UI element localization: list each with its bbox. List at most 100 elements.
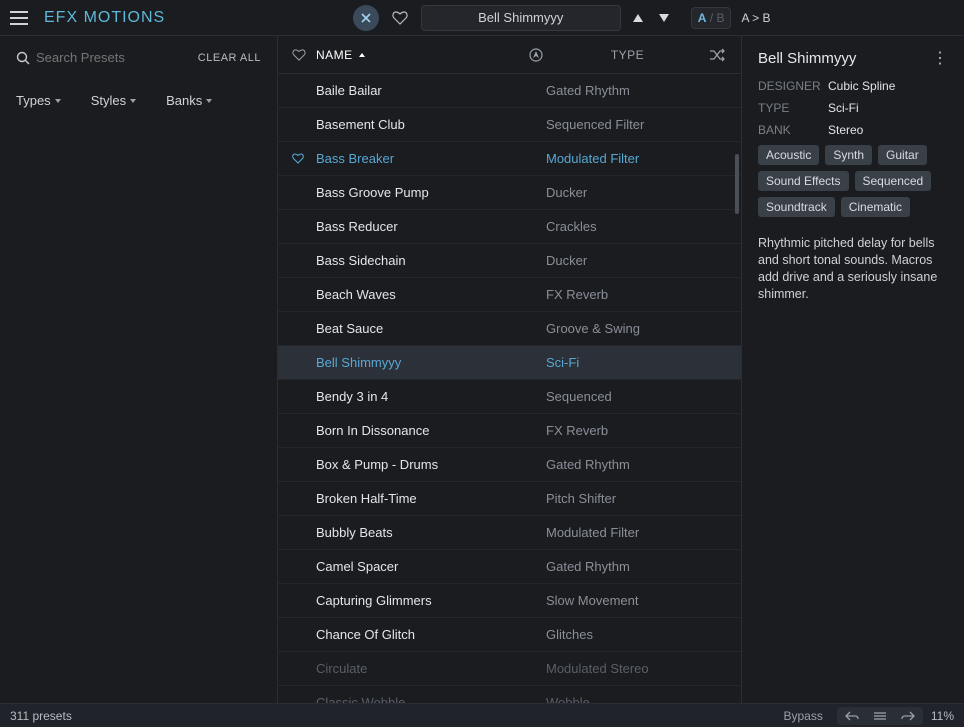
sort-asc-icon — [359, 53, 365, 57]
column-favorite[interactable] — [292, 49, 306, 61]
row-type: Groove & Swing — [546, 321, 727, 336]
history-button[interactable] — [867, 709, 893, 723]
row-name: Chance Of Glitch — [316, 627, 536, 642]
row-name: Born In Dissonance — [316, 423, 536, 438]
tag[interactable]: Cinematic — [841, 197, 910, 217]
row-type: Glitches — [546, 627, 727, 642]
row-type: FX Reverb — [546, 287, 727, 302]
tag-list: Acoustic Synth Guitar Sound Effects Sequence… — [758, 145, 948, 217]
meta-designer-label: DESIGNER — [758, 79, 828, 93]
preset-row[interactable]: Capturing GlimmersSlow Movement — [278, 584, 741, 618]
preset-row[interactable]: Bass ReducerCrackles — [278, 210, 741, 244]
preset-row[interactable]: Baile Bailar Gated Rhythm — [278, 74, 741, 108]
tag[interactable]: Synth — [825, 145, 872, 165]
bypass-button[interactable]: Bypass — [778, 709, 829, 723]
row-name: Camel Spacer — [316, 559, 536, 574]
meta-type-value: Sci-Fi — [828, 101, 859, 115]
preset-row[interactable]: Box & Pump - Drums Gated Rhythm — [278, 448, 741, 482]
preset-row[interactable]: Bendy 3 in 4 Sequenced — [278, 380, 741, 414]
row-name: Bendy 3 in 4 — [316, 389, 536, 404]
preset-row[interactable]: Bass Breaker Modulated Filter — [278, 142, 741, 176]
row-type: FX Reverb — [546, 423, 727, 438]
row-name: Capturing Glimmers — [316, 593, 536, 608]
row-type: Sequenced — [546, 389, 727, 404]
ab-copy-button[interactable]: A > B — [737, 8, 774, 28]
meta-designer-value: Cubic Spline — [828, 79, 895, 93]
preset-row[interactable]: Circulate Modulated Stereo — [278, 652, 741, 686]
cpu-meter: 11% — [931, 709, 954, 723]
column-name[interactable]: NAME — [316, 48, 516, 62]
tag[interactable]: Soundtrack — [758, 197, 835, 217]
description: Rhythmic pitched delay for bells and sho… — [758, 235, 948, 303]
menu-icon[interactable] — [10, 11, 28, 25]
row-name: Box & Pump - Drums — [316, 457, 536, 472]
preset-row[interactable]: Bass SidechainDucker — [278, 244, 741, 278]
close-browser-button[interactable] — [353, 5, 379, 31]
row-name: Basement Club — [316, 117, 536, 132]
detail-panel: Bell Shimmyyy ⋮ DESIGNER Cubic Spline TY… — [742, 36, 964, 703]
row-type: Ducker — [546, 185, 727, 200]
row-type: Gated Rhythm — [546, 83, 727, 98]
row-name: Beat Sauce — [316, 321, 536, 336]
row-type: Gated Rhythm — [546, 457, 727, 472]
prev-preset-button[interactable] — [629, 5, 647, 31]
tag[interactable]: Acoustic — [758, 145, 819, 165]
preset-count: 311 presets — [10, 709, 72, 723]
status-bar: 311 presets Bypass 11% — [0, 703, 964, 727]
preset-row[interactable]: Born In Dissonance FX Reverb — [278, 414, 741, 448]
preset-row[interactable]: Bubbly BeatsModulated Filter — [278, 516, 741, 550]
search-icon — [16, 51, 30, 65]
meta-type-label: TYPE — [758, 101, 828, 115]
preset-row[interactable]: Camel SpacerGated Rhythm — [278, 550, 741, 584]
clear-all-button[interactable]: CLEAR ALL — [198, 52, 261, 64]
detail-menu-button[interactable]: ⋮ — [932, 51, 948, 67]
filter-types[interactable]: Types — [16, 93, 61, 108]
next-preset-button[interactable] — [655, 5, 673, 31]
filter-styles[interactable]: Styles — [91, 93, 136, 108]
row-type: Ducker — [546, 253, 727, 268]
row-name: Bell Shimmyyy — [316, 355, 536, 370]
detail-title: Bell Shimmyyy — [758, 50, 856, 67]
row-type: Sequenced Filter — [546, 117, 727, 132]
row-type: Pitch Shifter — [546, 491, 727, 506]
app-logo: EFX MOTIONS — [44, 9, 165, 27]
ab-toggle[interactable]: A / B — [691, 7, 732, 29]
row-name: Bass Breaker — [316, 151, 536, 166]
row-name: Bass Reducer — [316, 219, 536, 234]
row-type: Modulated Filter — [546, 151, 727, 166]
scrollbar[interactable] — [735, 154, 739, 294]
preset-row[interactable]: Bell Shimmyyy Sci-Fi — [278, 346, 741, 380]
filter-banks[interactable]: Banks — [166, 93, 212, 108]
preset-row[interactable]: Chance Of Glitch Glitches — [278, 618, 741, 652]
tag[interactable]: Sound Effects — [758, 171, 849, 191]
column-type[interactable]: TYPE — [556, 48, 699, 62]
row-type: Modulated Stereo — [546, 661, 727, 676]
preset-row[interactable]: Basement Club Sequenced Filter — [278, 108, 741, 142]
row-type: Wobble — [546, 695, 727, 703]
search-input[interactable] — [36, 50, 176, 65]
preset-name-field[interactable]: Bell Shimmyyy — [421, 5, 621, 31]
row-name: Beach Waves — [316, 287, 536, 302]
row-type: Sci-Fi — [546, 355, 727, 370]
preset-row[interactable]: Beach Waves FX Reverb — [278, 278, 741, 312]
sidebar: CLEAR ALL Types Styles Banks — [0, 36, 278, 703]
undo-button[interactable] — [839, 709, 865, 723]
preset-row[interactable]: Bass Groove PumpDucker — [278, 176, 741, 210]
shuffle-button[interactable] — [709, 48, 727, 62]
row-name: Baile Bailar — [316, 83, 536, 98]
favorite-button[interactable] — [387, 5, 413, 31]
ab-slot-a[interactable]: A — [698, 11, 707, 25]
row-name: Circulate — [316, 661, 536, 676]
preset-row[interactable]: Beat Sauce Groove & Swing — [278, 312, 741, 346]
column-featured[interactable] — [526, 48, 546, 62]
ab-slot-b[interactable]: B — [716, 11, 724, 25]
redo-button[interactable] — [895, 709, 921, 723]
meta-bank-label: BANK — [758, 123, 828, 137]
preset-row[interactable]: Classic Wobble Wobble — [278, 686, 741, 703]
tag[interactable]: Sequenced — [855, 171, 932, 191]
row-name: Classic Wobble — [316, 695, 536, 703]
meta-bank-value: Stereo — [828, 123, 863, 137]
tag[interactable]: Guitar — [878, 145, 927, 165]
row-favorite-icon[interactable] — [292, 153, 306, 164]
preset-row[interactable]: Broken Half-TimePitch Shifter — [278, 482, 741, 516]
